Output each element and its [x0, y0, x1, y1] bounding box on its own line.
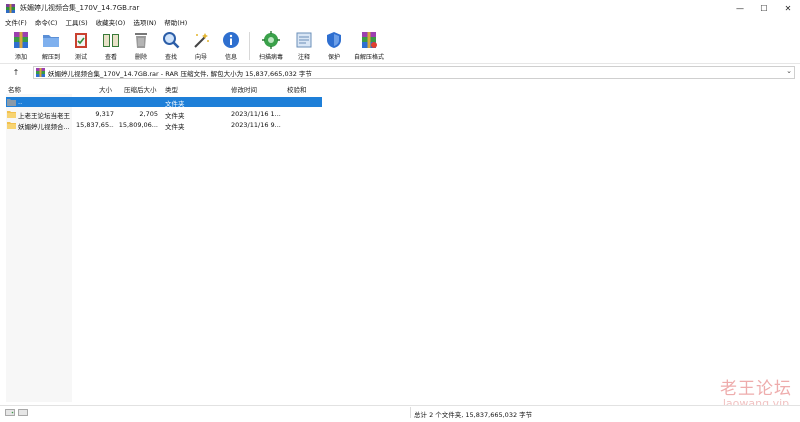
row-modified: 2023/11/16 1...	[231, 110, 281, 118]
column-modified[interactable]: 修改时间	[231, 84, 257, 94]
virus-scan-button[interactable]: 扫描病毒	[253, 30, 289, 63]
column-headers: 名称 大小 压缩后大小 类型 修改时间 校验和	[0, 82, 800, 94]
extract-to-button[interactable]: 解压到	[36, 30, 66, 63]
table-row[interactable]: 妖媚婷儿视频合... 15,837,65... 15,809,06... 文件夹…	[6, 120, 322, 131]
row-name: 上老王论坛当老王	[18, 112, 70, 120]
table-row[interactable]: 上老王论坛当老王 9,317 2,705 文件夹 2023/11/16 1...	[6, 109, 322, 120]
row-name: 妖媚婷儿视频合...	[18, 123, 70, 131]
add-archive-icon	[11, 30, 31, 50]
menu-favorites[interactable]: 收藏夹(O)	[96, 17, 126, 27]
watermark-cn: 老王论坛	[720, 379, 792, 399]
folder-icon	[7, 111, 16, 118]
window-title: 妖媚婷儿视频合集_170V_14.7GB.rar	[20, 4, 140, 12]
column-type[interactable]: 类型	[165, 84, 178, 94]
view-button[interactable]: 查看	[96, 30, 126, 63]
column-name[interactable]: 名称	[8, 84, 21, 94]
status-divider	[410, 407, 411, 418]
view-book-icon	[101, 30, 121, 50]
chevron-down-icon[interactable]: ⌄	[786, 67, 792, 75]
row-modified: 2023/11/16 9...	[231, 121, 281, 129]
address-path: 妖媚婷儿视频合集_170V_14.7GB.rar - RAR 压缩文件, 解包大…	[48, 69, 312, 78]
row-name: ..	[18, 98, 23, 106]
row-packed: 15,809,06...	[118, 121, 158, 129]
name-column-background	[6, 94, 72, 402]
key-icon[interactable]	[18, 409, 28, 416]
comment-note-icon	[294, 30, 314, 50]
row-type: 文件夹	[165, 123, 185, 131]
menu-options[interactable]: 选项(N)	[133, 17, 156, 27]
folder-up-icon	[7, 99, 16, 106]
menu-help[interactable]: 帮助(H)	[164, 17, 187, 27]
test-clipboard-icon	[71, 30, 91, 50]
title-bar: 妖媚婷儿视频合集_170V_14.7GB.rar — ☐ ✕	[0, 0, 800, 16]
winrar-icon	[6, 3, 15, 13]
menu-file[interactable]: 文件(F)	[5, 17, 27, 27]
minimize-button[interactable]: —	[728, 0, 752, 16]
wizard-button[interactable]: 向导	[186, 30, 216, 63]
folder-icon	[7, 122, 16, 129]
info-button[interactable]: 信息	[216, 30, 246, 63]
toolbar: 添加 解压到 测试 查看 删除 查找 向导 信息 扫描病毒 注释 保护 自解压格…	[0, 28, 800, 64]
menu-commands[interactable]: 命令(C)	[35, 17, 58, 27]
toolbar-separator	[249, 32, 250, 60]
status-bar: 总计 2 个文件夹, 15,837,665,032 字节	[0, 405, 800, 419]
close-button[interactable]: ✕	[776, 0, 800, 16]
find-button[interactable]: 查找	[156, 30, 186, 63]
trash-icon	[131, 30, 151, 50]
sfx-button[interactable]: 自解压格式	[349, 30, 389, 63]
protect-button[interactable]: 保护	[319, 30, 349, 63]
test-button[interactable]: 测试	[66, 30, 96, 63]
folder-extract-icon	[41, 30, 61, 50]
shield-icon	[324, 30, 344, 50]
drive-icon[interactable]	[5, 409, 15, 416]
row-size: 15,837,65...	[76, 121, 114, 129]
maximize-button[interactable]: ☐	[752, 0, 776, 16]
row-size: 9,317	[95, 110, 114, 118]
virus-scan-icon	[261, 30, 281, 50]
address-row: ↑ 妖媚婷儿视频合集_170V_14.7GB.rar - RAR 压缩文件, 解…	[0, 66, 800, 79]
column-checksum[interactable]: 校验和	[287, 84, 307, 94]
up-folder-button[interactable]: ↑	[7, 67, 25, 79]
menu-bar: 文件(F) 命令(C) 工具(S) 收藏夹(O) 选项(N) 帮助(H)	[0, 16, 800, 28]
menu-tools[interactable]: 工具(S)	[65, 17, 87, 27]
row-type: 文件夹	[165, 100, 185, 108]
magic-wand-icon	[191, 30, 211, 50]
delete-button[interactable]: 删除	[126, 30, 156, 63]
row-type: 文件夹	[165, 112, 185, 120]
column-size[interactable]: 大小	[99, 84, 112, 94]
row-packed: 2,705	[139, 110, 158, 118]
address-bar[interactable]: 妖媚婷儿视频合集_170V_14.7GB.rar - RAR 压缩文件, 解包大…	[33, 66, 795, 79]
file-list: 名称 大小 压缩后大小 类型 修改时间 校验和 .. 文件夹 上老王论坛当老王 …	[0, 82, 800, 402]
table-row[interactable]: .. 文件夹	[6, 97, 322, 108]
comment-button[interactable]: 注释	[289, 30, 319, 63]
status-summary: 总计 2 个文件夹, 15,837,665,032 字节	[414, 411, 533, 419]
column-packed-size[interactable]: 压缩后大小	[124, 84, 157, 94]
info-icon	[221, 30, 241, 50]
archive-icon	[36, 68, 45, 77]
magnifier-icon	[161, 30, 181, 50]
add-button[interactable]: 添加	[6, 30, 36, 63]
sfx-archive-icon	[359, 30, 379, 50]
